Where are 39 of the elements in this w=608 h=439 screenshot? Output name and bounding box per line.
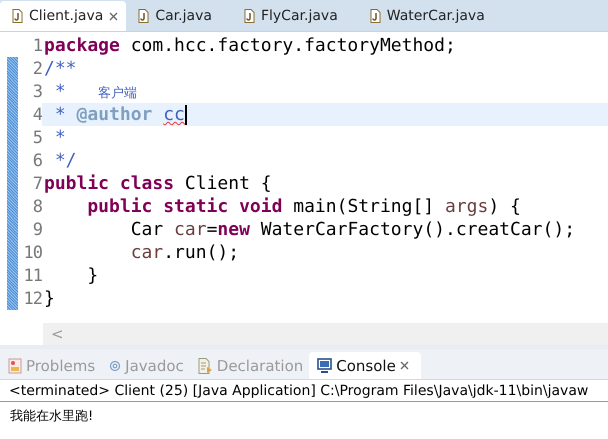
code-line: public static void main(String[] args) { [86,195,522,218]
code-line: Car car=new WaterCarFactory().creatCar(); [130,218,576,241]
editor-tab[interactable]: Client.java [0,1,126,31]
line-number: 7 [32,174,42,194]
code-line: public class Client { [43,172,273,195]
close-icon[interactable] [400,361,409,370]
declaration-icon [198,358,213,374]
line-number: 11 [22,266,42,286]
line-number: 3 [32,82,42,102]
line-number: 4 [32,104,42,124]
code-line: * [54,126,67,149]
console-header: <terminated> Client (25) [Java Application] C:\Program Files\Java\jdk-11\bin\javaw [0,380,608,402]
code-line: car.run(); [130,241,240,264]
code-line: } [43,287,56,310]
java-file-icon [12,9,23,23]
editor-tab[interactable]: FlyCar.java [232,1,358,31]
code-line: * 客户端 [54,80,138,103]
console-icon [317,358,332,373]
java-file-icon [138,9,150,23]
code-line: package com.hcc.factory.factoryMethod; [43,34,457,57]
line-number: 5 [32,128,42,148]
line-number: 12 [22,288,42,308]
close-icon[interactable] [109,12,118,20]
console-output: 我能在水里跑! [9,408,94,426]
panel-tab[interactable]: Console [309,352,421,379]
line-number: 6 [32,150,42,170]
code-line: } [86,264,100,287]
line-number: 2 [32,58,42,78]
code-line: */ [54,149,78,172]
line-number: 1 [32,36,42,56]
editor-tab[interactable]: WaterCar.java [358,1,505,31]
line-number: 9 [32,220,42,240]
java-file-icon [244,9,255,23]
problems-icon [8,358,22,374]
line-number: 8 [32,196,42,216]
java-file-icon [370,9,381,23]
editor-tab[interactable]: Car.java [126,1,232,31]
code-line: /** [43,57,78,80]
line-number: 10 [22,242,42,262]
